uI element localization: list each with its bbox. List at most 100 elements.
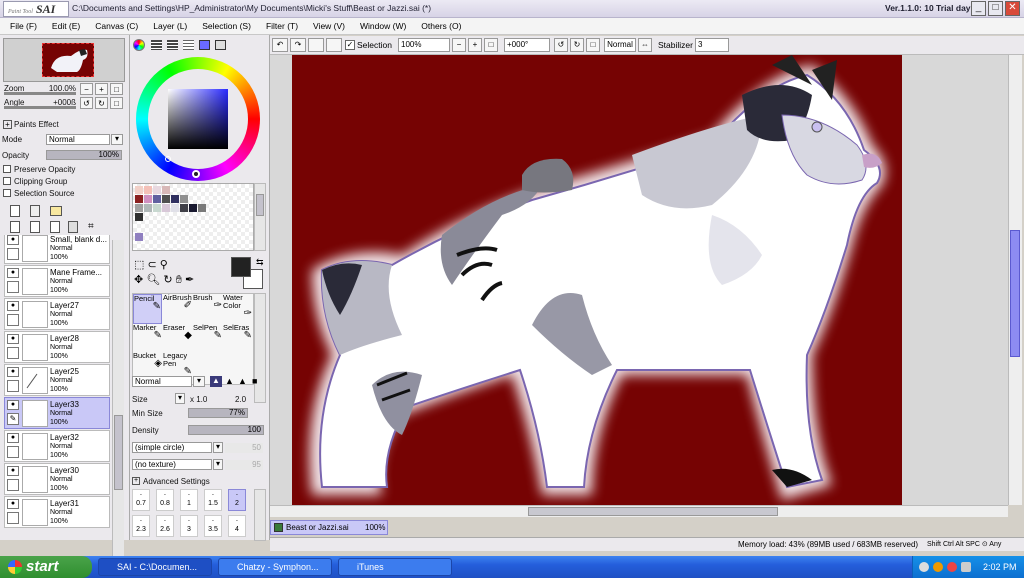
layer-item[interactable]: ● Mane Frame... Normal 100% bbox=[4, 265, 110, 297]
nav-zoom-in-button[interactable]: + bbox=[95, 83, 108, 95]
color-swatch[interactable] bbox=[189, 204, 197, 212]
eyedropper-icon[interactable]: ✒ bbox=[185, 274, 194, 286]
layer-mask-icon[interactable]: ⌗ bbox=[88, 221, 100, 233]
layer-lock-checkbox[interactable] bbox=[7, 380, 19, 392]
color-swatch[interactable] bbox=[162, 204, 170, 212]
menu-layer[interactable]: Layer (L) bbox=[153, 21, 187, 31]
lasso-icon[interactable]: ⊂ bbox=[147, 259, 156, 271]
tool-selpen[interactable]: SelPen ✎ bbox=[193, 324, 222, 354]
tray-volume-icon[interactable] bbox=[961, 562, 971, 572]
nav-zoom-out-button[interactable]: − bbox=[80, 83, 93, 95]
layer-lock-checkbox[interactable] bbox=[7, 347, 19, 359]
saturation-value-square[interactable] bbox=[168, 89, 228, 149]
color-swatch[interactable] bbox=[180, 195, 188, 203]
tool-brush[interactable]: Brush ✑ bbox=[193, 294, 222, 324]
menu-view[interactable]: View (V) bbox=[313, 21, 345, 31]
new-layer-icon[interactable] bbox=[10, 205, 20, 217]
layer-lock-checkbox[interactable] bbox=[7, 281, 19, 293]
brush-blend-select[interactable]: Normal bbox=[132, 376, 192, 387]
redo-button[interactable]: ↷ bbox=[290, 38, 306, 52]
angle-select[interactable]: +000° bbox=[504, 38, 550, 52]
tray-alert-icon[interactable] bbox=[947, 562, 957, 572]
task-chatzy[interactable]: Chatzy - Symphon... bbox=[218, 558, 332, 576]
vertical-scrollbar[interactable] bbox=[1008, 55, 1022, 505]
swatch-grid[interactable] bbox=[132, 183, 254, 251]
brush-shape-arrow[interactable]: ▾ bbox=[213, 442, 223, 453]
brush-size-preset[interactable]: · 2.3 bbox=[132, 515, 150, 537]
hand-icon[interactable]: ✋︎ bbox=[176, 274, 182, 286]
zoom-out-button[interactable]: − bbox=[452, 38, 466, 52]
color-swatch[interactable] bbox=[135, 213, 143, 221]
rotate-right-button[interactable]: ↻ bbox=[570, 38, 584, 52]
min-size-slider[interactable]: 77% bbox=[188, 408, 248, 418]
menu-window[interactable]: Window (W) bbox=[360, 21, 406, 31]
swatches-tab-icon[interactable] bbox=[199, 40, 210, 50]
nav-rotate-left-button[interactable]: ↺ bbox=[80, 97, 93, 109]
zoom-select[interactable]: 100% bbox=[398, 38, 450, 52]
menu-filter[interactable]: Filter (T) bbox=[266, 21, 298, 31]
selection-source-checkbox[interactable] bbox=[3, 189, 11, 197]
flip-button[interactable]: ⇔ bbox=[638, 38, 652, 52]
menu-edit[interactable]: Edit (E) bbox=[52, 21, 80, 31]
undo-button[interactable]: ↶ bbox=[272, 38, 288, 52]
navigator-preview[interactable] bbox=[3, 38, 125, 82]
visibility-eye-icon[interactable]: ● bbox=[7, 334, 19, 344]
clear-layer-icon[interactable] bbox=[50, 221, 60, 233]
tool-eraser[interactable]: Eraser ◆ bbox=[163, 324, 192, 354]
visibility-eye-icon[interactable]: ● bbox=[7, 301, 19, 311]
document-tab[interactable]: Beast or Jazzi.sai 100% bbox=[270, 520, 388, 535]
edge-hard-icon[interactable]: ▲ bbox=[210, 376, 222, 387]
size-mult-arrow[interactable]: ▾ bbox=[175, 393, 185, 404]
deselect-button[interactable] bbox=[308, 38, 324, 52]
horizontal-scrollbar[interactable] bbox=[270, 505, 1008, 517]
task-itunes[interactable]: iTunes bbox=[338, 558, 452, 576]
visibility-eye-icon[interactable]: ● bbox=[7, 499, 19, 509]
new-folder-icon[interactable] bbox=[50, 206, 62, 216]
visibility-eye-icon[interactable]: ● bbox=[7, 268, 19, 278]
layer-edit-pencil-icon[interactable]: ✎ bbox=[7, 413, 19, 425]
maximize-button[interactable]: □ bbox=[988, 1, 1003, 16]
rotate-reset-button[interactable]: □ bbox=[586, 38, 600, 52]
brush-size-preset[interactable]: · 0.8 bbox=[156, 489, 174, 511]
color-swatch[interactable] bbox=[171, 195, 179, 203]
layer-item[interactable]: ● Layer28 Normal 100% bbox=[4, 331, 110, 363]
hue-ring[interactable] bbox=[136, 57, 260, 181]
layer-opacity-slider[interactable]: 100% bbox=[46, 150, 122, 160]
artwork-canvas[interactable] bbox=[292, 55, 902, 505]
brush-size-preset[interactable]: · 0.7 bbox=[132, 489, 150, 511]
layer-item[interactable]: ● Layer30 Normal 100% bbox=[4, 463, 110, 495]
sv-handle[interactable] bbox=[165, 156, 171, 162]
visibility-eye-icon[interactable]: ● bbox=[7, 367, 19, 377]
color-mixer-tab-icon[interactable] bbox=[183, 40, 194, 50]
tray-shield-icon[interactable] bbox=[933, 562, 943, 572]
mode-dropdown-arrow[interactable]: ▾ bbox=[111, 134, 123, 145]
brush-size-preset[interactable]: · 2 bbox=[228, 489, 246, 511]
swap-colors-icon[interactable]: ⇆ bbox=[256, 257, 264, 268]
visibility-eye-icon[interactable]: ● bbox=[7, 433, 19, 443]
color-swatch[interactable] bbox=[162, 195, 170, 203]
brush-texture-arrow[interactable]: ▾ bbox=[213, 459, 223, 470]
color-swatch[interactable] bbox=[171, 204, 179, 212]
color-swatch[interactable] bbox=[162, 186, 170, 194]
tool-pencil[interactable]: Pencil ✎ bbox=[133, 294, 162, 324]
swatch-scrollbar[interactable] bbox=[254, 183, 266, 251]
horizontal-scroll-thumb[interactable] bbox=[528, 507, 778, 516]
zoom-reset-button[interactable]: □ bbox=[484, 38, 498, 52]
menu-selection[interactable]: Selection (S) bbox=[202, 21, 251, 31]
brush-size-preset[interactable]: · 1 bbox=[180, 489, 198, 511]
visibility-eye-icon[interactable]: ● bbox=[7, 466, 19, 476]
invert-selection-button[interactable] bbox=[326, 38, 342, 52]
brush-blend-dropdown-arrow[interactable]: ▾ bbox=[193, 376, 205, 387]
color-swatch[interactable] bbox=[153, 186, 161, 194]
nav-zoom-reset-button[interactable]: □ bbox=[110, 83, 123, 95]
rotate-tool-icon[interactable]: ↻ bbox=[163, 274, 172, 286]
layer-scroll-thumb[interactable] bbox=[114, 415, 123, 490]
layer-lock-checkbox[interactable] bbox=[7, 512, 19, 524]
brush-size-preset[interactable]: · 2.6 bbox=[156, 515, 174, 537]
zoom-in-button[interactable]: + bbox=[468, 38, 482, 52]
merge-down-icon[interactable] bbox=[30, 221, 40, 233]
minimize-button[interactable]: _ bbox=[971, 1, 986, 16]
hsv-slider-tab-icon[interactable] bbox=[167, 40, 178, 50]
layer-lock-checkbox[interactable] bbox=[7, 248, 19, 260]
transfer-down-icon[interactable] bbox=[10, 221, 20, 233]
